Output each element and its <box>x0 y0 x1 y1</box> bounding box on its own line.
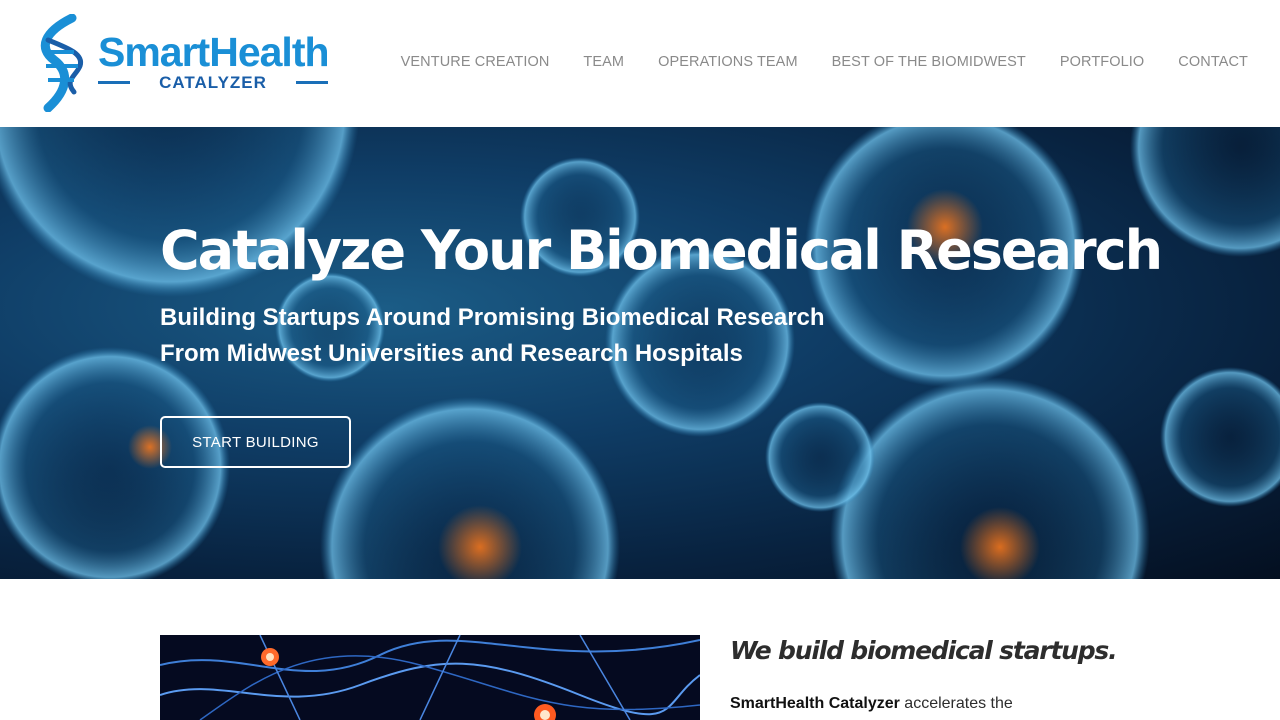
intro-heading: We build biomedical startups. <box>730 636 1118 665</box>
hero-banner: Catalyze Your Biomedical Research Buildi… <box>0 127 1280 579</box>
logo-link[interactable]: SmartHealth CATALYZER <box>34 14 334 112</box>
nav-item-team[interactable]: TEAM <box>583 54 624 70</box>
intro-text-rest: accelerates the <box>899 695 1013 712</box>
hero-subtitle: Building Startups Around Promising Biome… <box>160 304 825 367</box>
intro-company-name: SmartHealth Catalyzer <box>730 695 900 712</box>
site-header: SmartHealth CATALYZER VENTURE CREATION T… <box>0 0 1280 127</box>
nav-item-operations-team[interactable]: OPERATIONS TEAM <box>658 54 798 70</box>
neurons-image <box>160 635 700 720</box>
nav-item-portfolio[interactable]: PORTFOLIO <box>1060 54 1144 70</box>
intro-paragraph: SmartHealth Catalyzer accelerates the <box>730 695 1013 713</box>
neurons-illustration <box>160 635 700 720</box>
logo-tagline: CATALYZER <box>159 73 267 92</box>
nav-item-contact[interactable]: CONTACT <box>1178 54 1248 70</box>
main-nav: VENTURE CREATION TEAM OPERATIONS TEAM BE… <box>401 54 1248 70</box>
logo-wordmark: SmartHealth <box>98 29 330 75</box>
dna-logo-icon <box>40 14 84 112</box>
hero-title: Catalyze Your Biomedical Research <box>160 219 1163 282</box>
start-building-button[interactable]: START BUILDING <box>160 416 351 468</box>
logo-tagline-group: CATALYZER <box>98 73 328 93</box>
nav-item-best-of-biomidwest[interactable]: BEST OF THE BIOMIDWEST <box>832 54 1026 70</box>
logo-divider-right <box>296 81 328 84</box>
nav-item-venture-creation[interactable]: VENTURE CREATION <box>401 54 550 70</box>
